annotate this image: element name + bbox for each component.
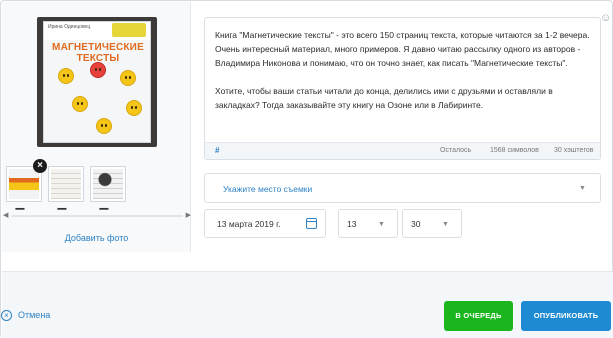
hashtags-counter: 30 хэштегов [554,147,594,154]
book-cover: Ирина Одинцовец МАГНЕТИЧЕСКИЕ ТЕКСТЫ [43,21,151,143]
minute-select[interactable]: 30 ▼ [402,209,462,238]
publish-button[interactable]: ОПУБЛИКОВАТЬ [521,301,611,331]
location-select[interactable]: Укажите место съемки ▼ [204,173,601,203]
chevron-down-icon: ▼ [378,221,385,228]
hour-select[interactable]: 13 ▼ [338,209,398,238]
thumbnails-scrollbar[interactable]: ◀ ▶ [3,212,191,220]
remaining-label: Осталось [440,147,472,154]
chevron-down-icon: ▼ [579,185,586,192]
emoji-icon [96,118,112,134]
post-text-editor[interactable]: Книга "Магнетические тексты" - это всего… [204,17,601,160]
thumbnail[interactable] [48,166,84,202]
emoji-icon [58,68,74,84]
emoji-icon [126,100,142,116]
book-sticker [112,23,146,37]
date-picker[interactable]: 13 марта 2019 г. [204,209,326,238]
add-photo-link[interactable]: Добавить фото [2,233,191,243]
emoji-picker-icon[interactable]: ☺ [600,12,611,24]
post-text[interactable]: Книга "Магнетические тексты" - это всего… [215,28,593,112]
photo-thumbnails: ▪▪▪▪▪▪ ▪▪▪▪▪▪ ▪▪▪▪▪▪ [2,162,191,213]
cancel-label: Отмена [18,310,51,320]
close-icon[interactable]: × [33,159,47,173]
chevron-down-icon: ▼ [442,221,449,228]
hashtag-button[interactable]: # [215,146,219,155]
main-photo[interactable]: Ирина Одинцовец МАГНЕТИЧЕСКИЕ ТЕКСТЫ [37,17,157,147]
add-to-queue-button[interactable]: В ОЧЕРЕДЬ [444,301,513,331]
editor-footer: # Осталось 1568 символов 30 хэштегов [205,142,600,159]
date-value: 13 марта 2019 г. [217,219,281,229]
calendar-icon[interactable] [306,218,317,229]
emoji-icon [120,70,136,86]
emoji-icon [90,62,106,78]
location-placeholder: Укажите место съемки [223,184,313,194]
thumbnail[interactable] [90,166,126,202]
post-editor-dialog: Ирина Одинцовец МАГНЕТИЧЕСКИЕ ТЕКСТЫ ▪▪▪… [0,0,613,338]
scroll-right-icon[interactable]: ▶ [186,212,191,220]
book-title: МАГНЕТИЧЕСКИЕ ТЕКСТЫ [52,42,144,64]
book-author: Ирина Одинцовец [48,24,91,30]
scroll-left-icon[interactable]: ◀ [3,212,8,220]
cancel-icon: × [1,310,12,321]
media-panel: Ирина Одинцовец МАГНЕТИЧЕСКИЕ ТЕКСТЫ ▪▪▪… [2,2,191,252]
emoji-icon [72,96,88,112]
minute-value: 30 [411,219,421,229]
hour-value: 13 [347,219,357,229]
chars-counter: 1568 символов [490,147,539,154]
